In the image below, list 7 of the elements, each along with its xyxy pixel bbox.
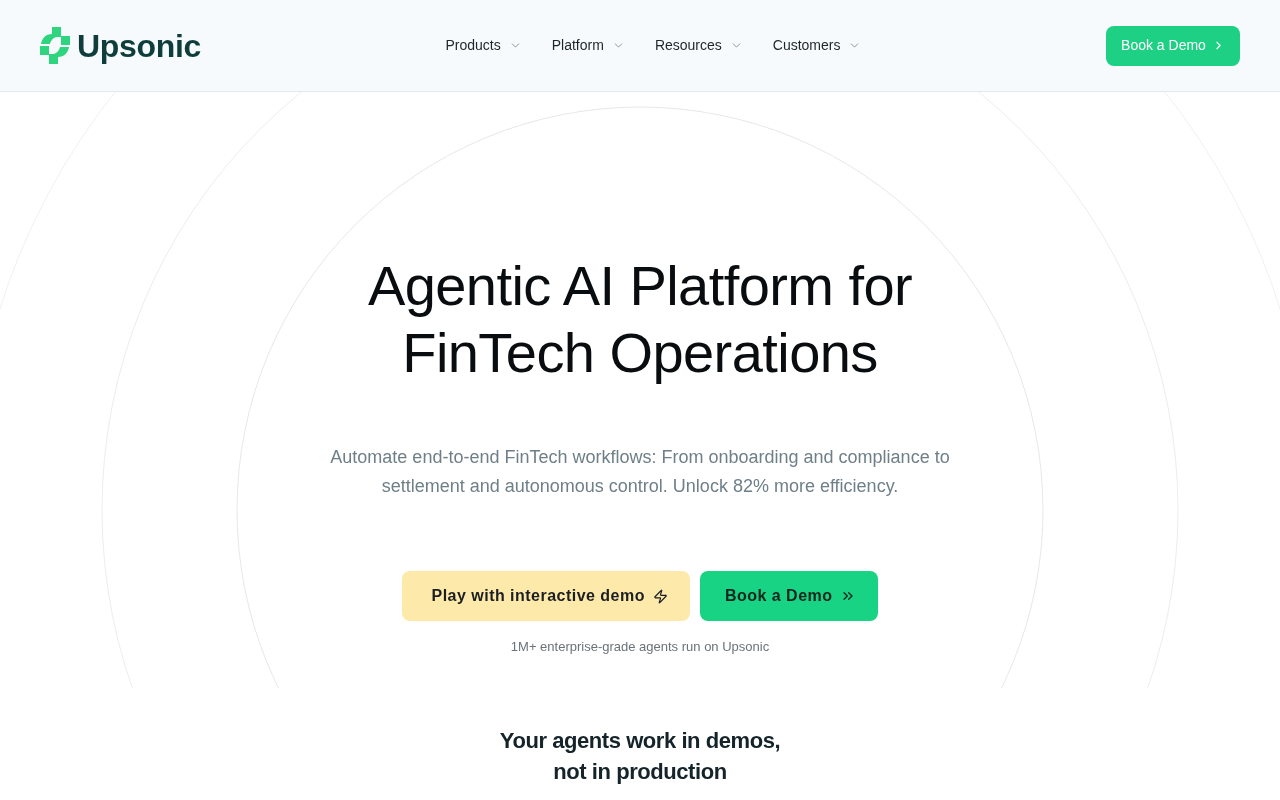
logo-icon <box>40 27 70 64</box>
section-heading: Your agents work in demos, not in production <box>498 727 782 786</box>
logo-link[interactable]: Upsonic <box>40 21 201 70</box>
nav-menu-item[interactable]: Products <box>445 35 522 56</box>
nav-menu-item[interactable]: Customers <box>772 35 862 56</box>
nav-menu-item[interactable]: Platform <box>551 35 625 56</box>
nav-menu-item[interactable]: Resources <box>654 35 743 56</box>
